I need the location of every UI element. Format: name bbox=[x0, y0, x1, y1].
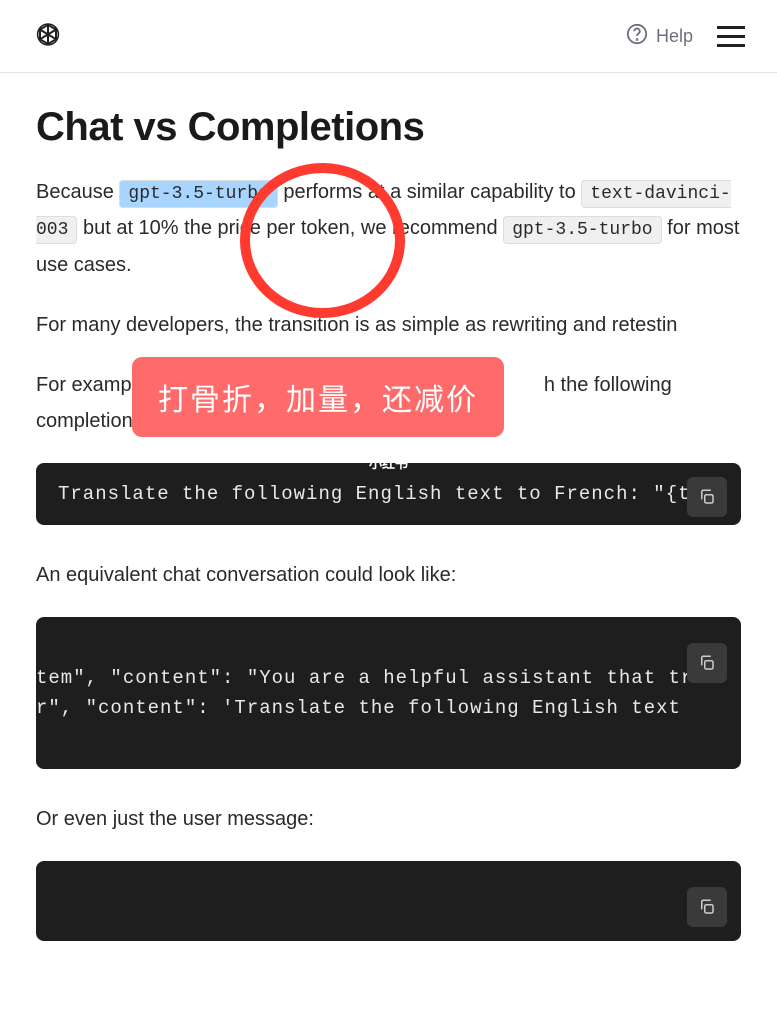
page-content: Chat vs Completions Because gpt-3.5-turb… bbox=[0, 105, 777, 981]
red-sticker-annotation: 打骨折，加量，还减价 bbox=[132, 357, 504, 437]
copy-button-1[interactable] bbox=[687, 477, 727, 517]
help-icon bbox=[626, 23, 648, 50]
copy-button-3[interactable] bbox=[687, 887, 727, 927]
copy-icon bbox=[698, 898, 716, 916]
code-block-2: tem", "content": "You are a helpful assi… bbox=[36, 617, 741, 769]
menu-button[interactable] bbox=[717, 26, 745, 47]
copy-icon bbox=[698, 654, 716, 672]
copy-icon bbox=[698, 488, 716, 506]
header-actions: Help bbox=[626, 23, 745, 50]
help-label: Help bbox=[656, 26, 693, 47]
openai-logo bbox=[32, 20, 64, 52]
page-title: Chat vs Completions bbox=[36, 105, 741, 150]
code-block-3 bbox=[36, 861, 741, 941]
code-block-1: Translate the following English text to … bbox=[36, 463, 741, 525]
paragraph-1: Because gpt-3.5-turbo performs at a simi… bbox=[36, 174, 741, 283]
code-gpt35-1: gpt-3.5-turbo bbox=[119, 180, 277, 208]
help-link[interactable]: Help bbox=[626, 23, 693, 50]
copy-button-2[interactable] bbox=[687, 643, 727, 683]
page-header: Help bbox=[0, 0, 777, 73]
paragraph-5: Or even just the user message: bbox=[36, 801, 741, 837]
code-gpt35-2: gpt-3.5-turbo bbox=[503, 216, 661, 244]
paragraph-2: For many developers, the transition is a… bbox=[36, 307, 741, 343]
paragraph-4: An equivalent chat conversation could lo… bbox=[36, 557, 741, 593]
watermark: 小红书 bbox=[369, 453, 408, 472]
